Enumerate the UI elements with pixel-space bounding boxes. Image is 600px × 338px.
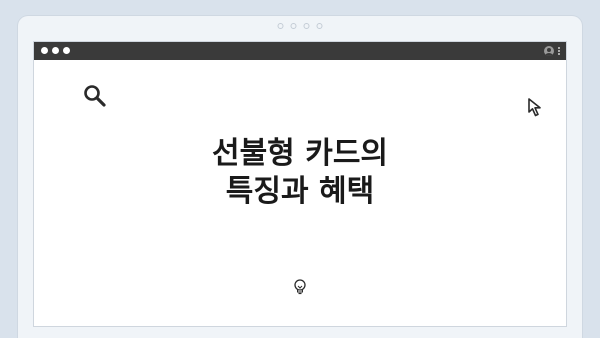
kebab-menu-icon[interactable] bbox=[558, 47, 560, 55]
tablet-camera-dots bbox=[277, 23, 323, 29]
browser-content: 선불형 카드의 특징과 혜택 bbox=[34, 60, 566, 326]
page-background: 선불형 카드의 특징과 혜택 bbox=[0, 0, 600, 338]
headline-line-1: 선불형 카드의 bbox=[211, 136, 389, 171]
search-icon bbox=[84, 85, 106, 107]
tablet-dot bbox=[316, 23, 323, 29]
lightbulb-icon bbox=[294, 279, 306, 295]
minimize-dot[interactable] bbox=[52, 47, 59, 54]
maximize-dot[interactable] bbox=[63, 47, 70, 54]
close-dot[interactable] bbox=[41, 47, 48, 54]
profile-icon[interactable] bbox=[544, 46, 554, 56]
browser-window: 선불형 카드의 특징과 혜택 bbox=[33, 41, 567, 327]
tablet-frame: 선불형 카드의 특징과 혜택 bbox=[18, 16, 582, 338]
window-controls bbox=[41, 47, 70, 54]
cursor-icon bbox=[528, 98, 541, 117]
page-headline: 선불형 카드의 특징과 혜택 bbox=[34, 135, 566, 211]
tablet-dot bbox=[303, 23, 310, 29]
browser-titlebar bbox=[34, 42, 566, 60]
tablet-dot bbox=[277, 23, 284, 29]
headline-line-2: 특징과 혜택 bbox=[225, 174, 375, 209]
tablet-dot bbox=[290, 23, 297, 29]
titlebar-actions bbox=[544, 44, 560, 58]
